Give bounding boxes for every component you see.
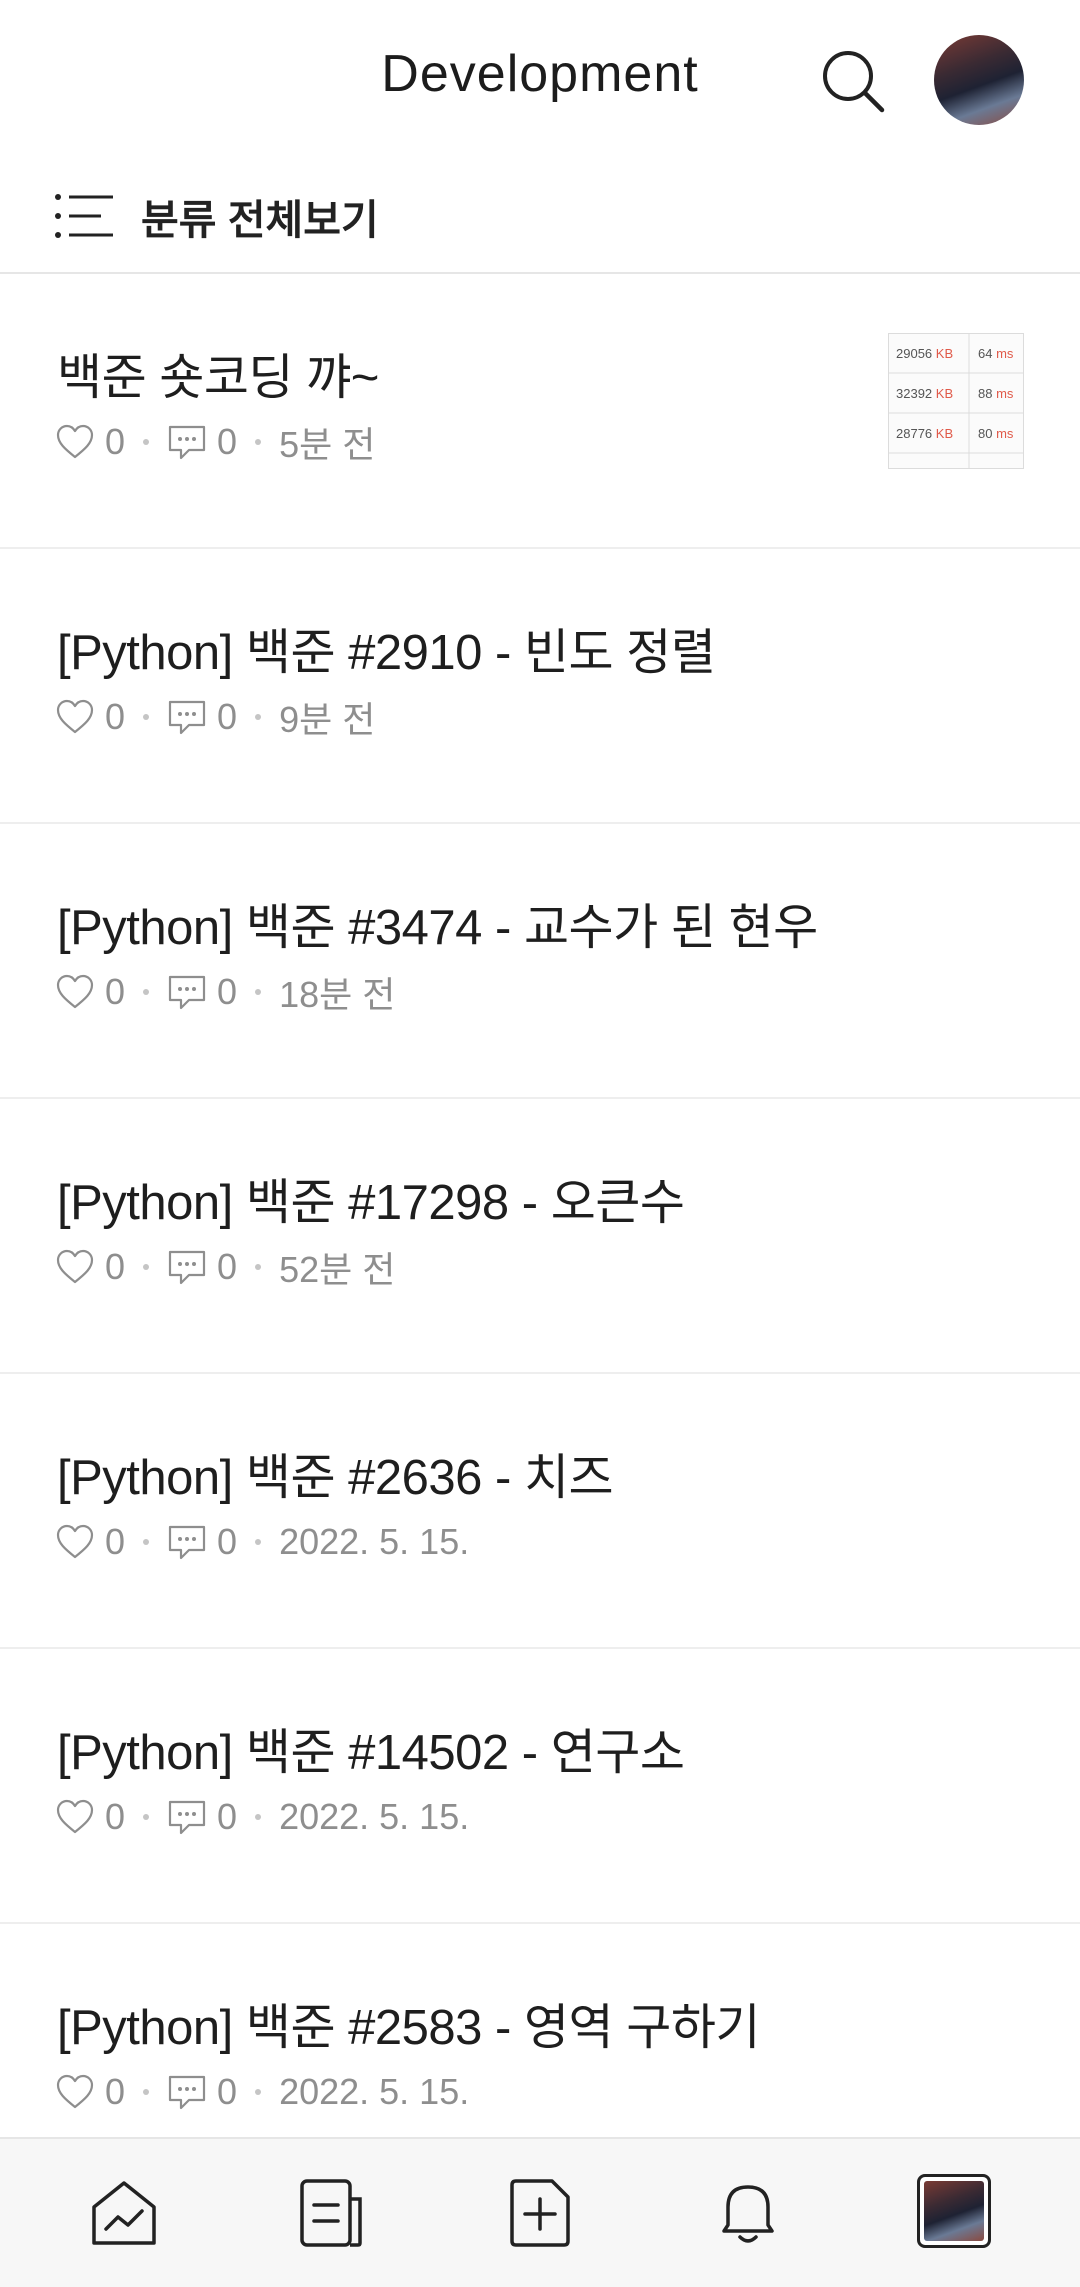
- profile-tab-avatar: [924, 2181, 984, 2241]
- comment-count: 0: [217, 1521, 238, 1562]
- comment-icon[interactable]: [167, 1798, 207, 1836]
- comment-icon[interactable]: [167, 1523, 207, 1561]
- heart-icon[interactable]: [55, 1249, 95, 1285]
- like-count: 0: [105, 1246, 126, 1287]
- post-title[interactable]: 백준 숏코딩 꺄~: [57, 338, 379, 409]
- heart-icon[interactable]: [55, 699, 95, 735]
- list-icon[interactable]: [55, 193, 115, 239]
- heart-icon[interactable]: [55, 974, 95, 1010]
- comment-count: 0: [217, 696, 238, 737]
- like-count: 0: [105, 696, 126, 737]
- separator-dot: [143, 1264, 150, 1270]
- post-meta: 0 0 2022. 5. 15.: [55, 1795, 469, 1839]
- separator-dot: [143, 714, 150, 720]
- comment-icon[interactable]: [167, 973, 207, 1011]
- separator-dot: [143, 2089, 150, 2095]
- thumb-cell: 80 ms: [978, 426, 1014, 441]
- separator-dot: [255, 989, 262, 995]
- separator-dot: [143, 439, 150, 445]
- post-time: 2022. 5. 15.: [279, 1521, 470, 1562]
- post-title[interactable]: [Python] 백준 #2636 - 치즈: [57, 1438, 614, 1509]
- heart-icon[interactable]: [55, 424, 95, 460]
- list-item[interactable]: [Python] 백준 #17298 - 오큰수 0 0 52분 전: [0, 1099, 1080, 1374]
- heart-icon[interactable]: [55, 1524, 95, 1560]
- thumb-cell: 64 ms: [978, 346, 1014, 361]
- comment-icon[interactable]: [167, 423, 207, 461]
- post-list: 백준 숏코딩 꺄~ 0 0 5분 전 [Python] 백준 #2910 - 빈도 정렬…: [0, 274, 1080, 2199]
- post-title[interactable]: [Python] 백준 #2583 - 영역 구하기: [57, 1988, 760, 2059]
- thumb-cell: 29056 KB: [896, 346, 954, 361]
- thumb-cell: 88 ms: [978, 386, 1014, 401]
- separator-dot: [255, 439, 262, 445]
- like-count: 0: [105, 971, 126, 1012]
- stats-icon[interactable]: [88, 2177, 160, 2249]
- thumb-cell: 32392 KB: [896, 386, 954, 401]
- like-count: 0: [105, 1521, 126, 1562]
- post-meta: 0 0 5분 전: [55, 420, 375, 465]
- page-title: Development: [381, 45, 699, 103]
- post-meta: 0 0 2022. 5. 15.: [55, 1520, 469, 1564]
- category-label[interactable]: 분류 전체보기: [141, 186, 379, 246]
- comment-icon[interactable]: [167, 1248, 207, 1286]
- separator-dot: [255, 714, 262, 720]
- post-title[interactable]: [Python] 백준 #2910 - 빈도 정렬: [57, 613, 716, 684]
- list-item[interactable]: [Python] 백준 #3474 - 교수가 된 현우 0 0 18분 전: [0, 824, 1080, 1099]
- post-meta: 0 0 18분 전: [55, 970, 395, 1015]
- post-meta: 0 0 52분 전: [55, 1245, 395, 1290]
- comment-count: 0: [217, 1246, 238, 1287]
- post-title[interactable]: [Python] 백준 #3474 - 교수가 된 현우: [57, 888, 818, 959]
- post-title[interactable]: [Python] 백준 #14502 - 연구소: [57, 1713, 685, 1784]
- like-count: 0: [105, 2071, 126, 2112]
- post-time: 18분 전: [279, 974, 396, 1015]
- new-post-icon[interactable]: [504, 2177, 576, 2249]
- separator-dot: [143, 1539, 150, 1545]
- bottom-tab-bar: [0, 2137, 1080, 2287]
- comment-count: 0: [217, 971, 238, 1012]
- post-time: 5분 전: [279, 424, 376, 465]
- app-header: Development: [0, 0, 1080, 160]
- list-item[interactable]: [Python] 백준 #2636 - 치즈 0 0 2022. 5. 15.: [0, 1374, 1080, 1649]
- comment-count: 0: [217, 2071, 238, 2112]
- comment-icon[interactable]: [167, 698, 207, 736]
- avatar[interactable]: [934, 35, 1024, 125]
- comment-count: 0: [217, 1796, 238, 1837]
- heart-icon[interactable]: [55, 1799, 95, 1835]
- separator-dot: [255, 2089, 262, 2095]
- list-item[interactable]: [Python] 백준 #14502 - 연구소 0 0 2022. 5. 15.: [0, 1649, 1080, 1924]
- posts-icon[interactable]: [296, 2177, 368, 2249]
- post-thumbnail[interactable]: 29056 KB 64 ms 32392 KB 88 ms 28776 KB 8…: [888, 333, 1024, 474]
- post-meta: 0 0 2022. 5. 15.: [55, 2070, 469, 2114]
- separator-dot: [143, 989, 150, 995]
- search-icon[interactable]: [818, 46, 888, 116]
- like-count: 0: [105, 1796, 126, 1837]
- separator-dot: [143, 1814, 150, 1820]
- comment-icon[interactable]: [167, 2073, 207, 2111]
- separator-dot: [255, 1814, 262, 1820]
- post-time: 9분 전: [279, 699, 376, 740]
- list-item[interactable]: [Python] 백준 #2910 - 빈도 정렬 0 0 9분 전: [0, 549, 1080, 824]
- separator-dot: [255, 1539, 262, 1545]
- notification-icon[interactable]: [712, 2177, 784, 2249]
- profile-tab[interactable]: [917, 2174, 991, 2248]
- thumb-cell: 28776 KB: [896, 426, 954, 441]
- post-time: 2022. 5. 15.: [279, 1796, 470, 1837]
- heart-icon[interactable]: [55, 2074, 95, 2110]
- post-time: 52분 전: [279, 1249, 396, 1290]
- separator-dot: [255, 1264, 262, 1270]
- comment-count: 0: [217, 421, 238, 462]
- post-title[interactable]: [Python] 백준 #17298 - 오큰수: [57, 1163, 685, 1234]
- post-time: 2022. 5. 15.: [279, 2071, 470, 2112]
- post-meta: 0 0 9분 전: [55, 695, 375, 740]
- like-count: 0: [105, 421, 126, 462]
